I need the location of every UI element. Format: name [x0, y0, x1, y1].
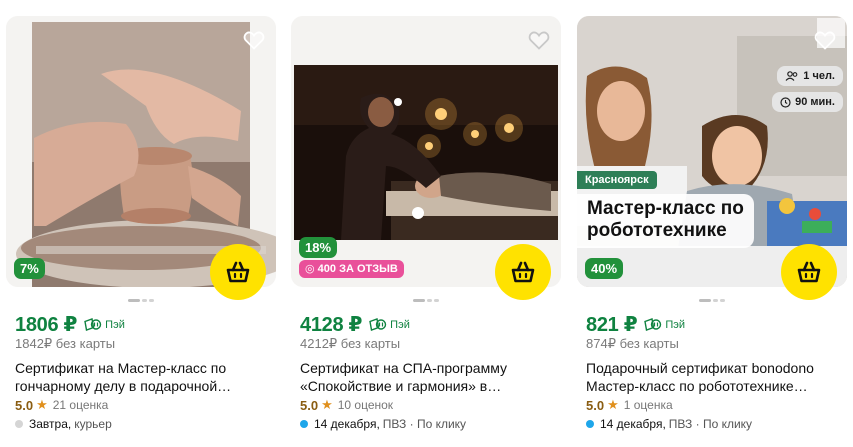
old-price: 4212₽ без карты	[300, 336, 401, 351]
delivery-date: Завтра,	[29, 417, 72, 431]
clock-icon	[780, 96, 791, 108]
image-title-line: робототехнике	[587, 220, 727, 241]
product-card[interactable]: Красноярск Мастер-класс по робототехнике…	[577, 16, 847, 447]
price-row: 1806 ₽ Пэй	[15, 312, 125, 337]
product-title[interactable]: Сертификат на Мастер-класс по гончарному…	[15, 359, 273, 395]
price: 821 ₽	[586, 314, 638, 336]
rating-count: 10 оценок	[337, 398, 394, 412]
delivery-info: 14 декабря, ПВЗ · По клику	[586, 417, 752, 431]
product-title[interactable]: Подарочный сертификат bonodono Мастер-кл…	[586, 359, 844, 395]
delivery-date: 14 декабря,	[314, 417, 380, 431]
people-count: 1 чел.	[803, 70, 835, 82]
delivery-status-dot	[15, 420, 23, 428]
basket-icon	[511, 261, 535, 283]
rating-count: 1 оценка	[623, 398, 673, 412]
heart-icon[interactable]	[527, 28, 551, 52]
review-bonus-badge: ◎ 400 ЗА ОТЗЫВ	[299, 260, 404, 278]
title-line: Подарочный сертификат bonodono	[586, 360, 814, 376]
pay-label: Пэй	[390, 318, 410, 331]
product-card[interactable]: 7% 1806 ₽ Пэй 1842₽ без карты Сертификат…	[6, 16, 276, 447]
discount-badge: 7%	[14, 258, 45, 279]
pay-card-icon	[84, 318, 102, 331]
product-title[interactable]: Сертификат на СПА-программу «Спокойствие…	[300, 359, 558, 395]
star-icon: ★	[607, 397, 619, 412]
discount-badge: 40%	[585, 258, 624, 279]
carousel-dots[interactable]	[577, 292, 847, 303]
price: 1806 ₽	[15, 314, 78, 336]
heart-icon[interactable]	[813, 28, 837, 52]
title-line: гончарному делу в подарочной…	[15, 378, 232, 394]
rating-score: 5.0	[15, 397, 34, 413]
pay-label: Пэй	[665, 318, 686, 331]
delivery-info: Завтра, курьер	[15, 417, 112, 431]
pay-label: Пэй	[105, 318, 125, 331]
title-line: Сертификат на СПА-программу	[300, 360, 507, 376]
star-icon: ★	[36, 397, 48, 412]
image-title-banner: Мастер-класс по робототехнике	[577, 194, 754, 248]
basket-icon	[226, 261, 250, 283]
product-card[interactable]: 18% ◎ 400 ЗА ОТЗЫВ 4128 ₽ Пэй 4212₽ без …	[291, 16, 561, 447]
rating[interactable]: 5.0 ★ 21 оценка	[15, 397, 108, 413]
title-line: «Спокойствие и гармония» в…	[300, 378, 502, 394]
delivery-status-dot	[300, 420, 308, 428]
city-label: Красноярск	[577, 171, 657, 189]
rating-score: 5.0	[586, 397, 605, 413]
old-price: 874₽ без карты	[586, 336, 679, 351]
price-row: 4128 ₽ Пэй	[300, 312, 410, 337]
pay-card-icon	[369, 318, 387, 331]
people-icon	[785, 71, 798, 81]
title-line: Сертификат на Мастер-класс по	[15, 360, 227, 376]
rating[interactable]: 5.0 ★ 1 оценка	[586, 397, 673, 413]
pay-badge: Пэй	[368, 318, 410, 331]
title-line: Мастер-класс по робототехнике…	[586, 378, 808, 394]
price: 4128 ₽	[300, 314, 363, 336]
rating[interactable]: 5.0 ★ 10 оценок	[300, 397, 393, 413]
delivery-method: курьер	[74, 417, 112, 431]
discount-badge: 18%	[299, 237, 338, 258]
old-price: 1842₽ без карты	[15, 336, 116, 351]
pay-badge: Пэй	[643, 318, 685, 331]
delivery-method: ПВЗ · По клику	[668, 417, 753, 431]
image-title-line: Мастер-класс по	[587, 198, 744, 219]
price-row: 821 ₽ Пэй	[586, 312, 685, 337]
duration-value: 90 мин.	[795, 96, 835, 108]
duration-chip: 90 мин.	[772, 92, 843, 112]
rating-score: 5.0	[300, 397, 319, 413]
carousel-dots[interactable]	[6, 292, 276, 303]
people-chip: 1 чел.	[777, 66, 843, 86]
heart-icon[interactable]	[242, 28, 266, 52]
carousel-dots[interactable]	[291, 292, 561, 303]
pay-card-icon	[644, 318, 662, 331]
delivery-status-dot	[586, 420, 594, 428]
rating-count: 21 оценка	[52, 398, 109, 412]
delivery-method: ПВЗ · По клику	[382, 417, 467, 431]
pay-badge: Пэй	[83, 318, 125, 331]
star-icon: ★	[321, 397, 333, 412]
delivery-info: 14 декабря, ПВЗ · По клику	[300, 417, 466, 431]
delivery-date: 14 декабря,	[600, 417, 666, 431]
basket-icon	[797, 261, 821, 283]
